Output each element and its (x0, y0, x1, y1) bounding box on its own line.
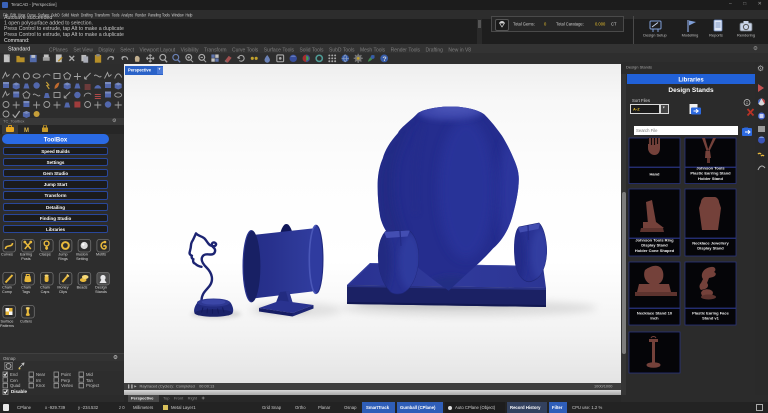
svg-text:⚙: ⚙ (757, 64, 764, 73)
svg-text:?: ? (383, 56, 387, 63)
